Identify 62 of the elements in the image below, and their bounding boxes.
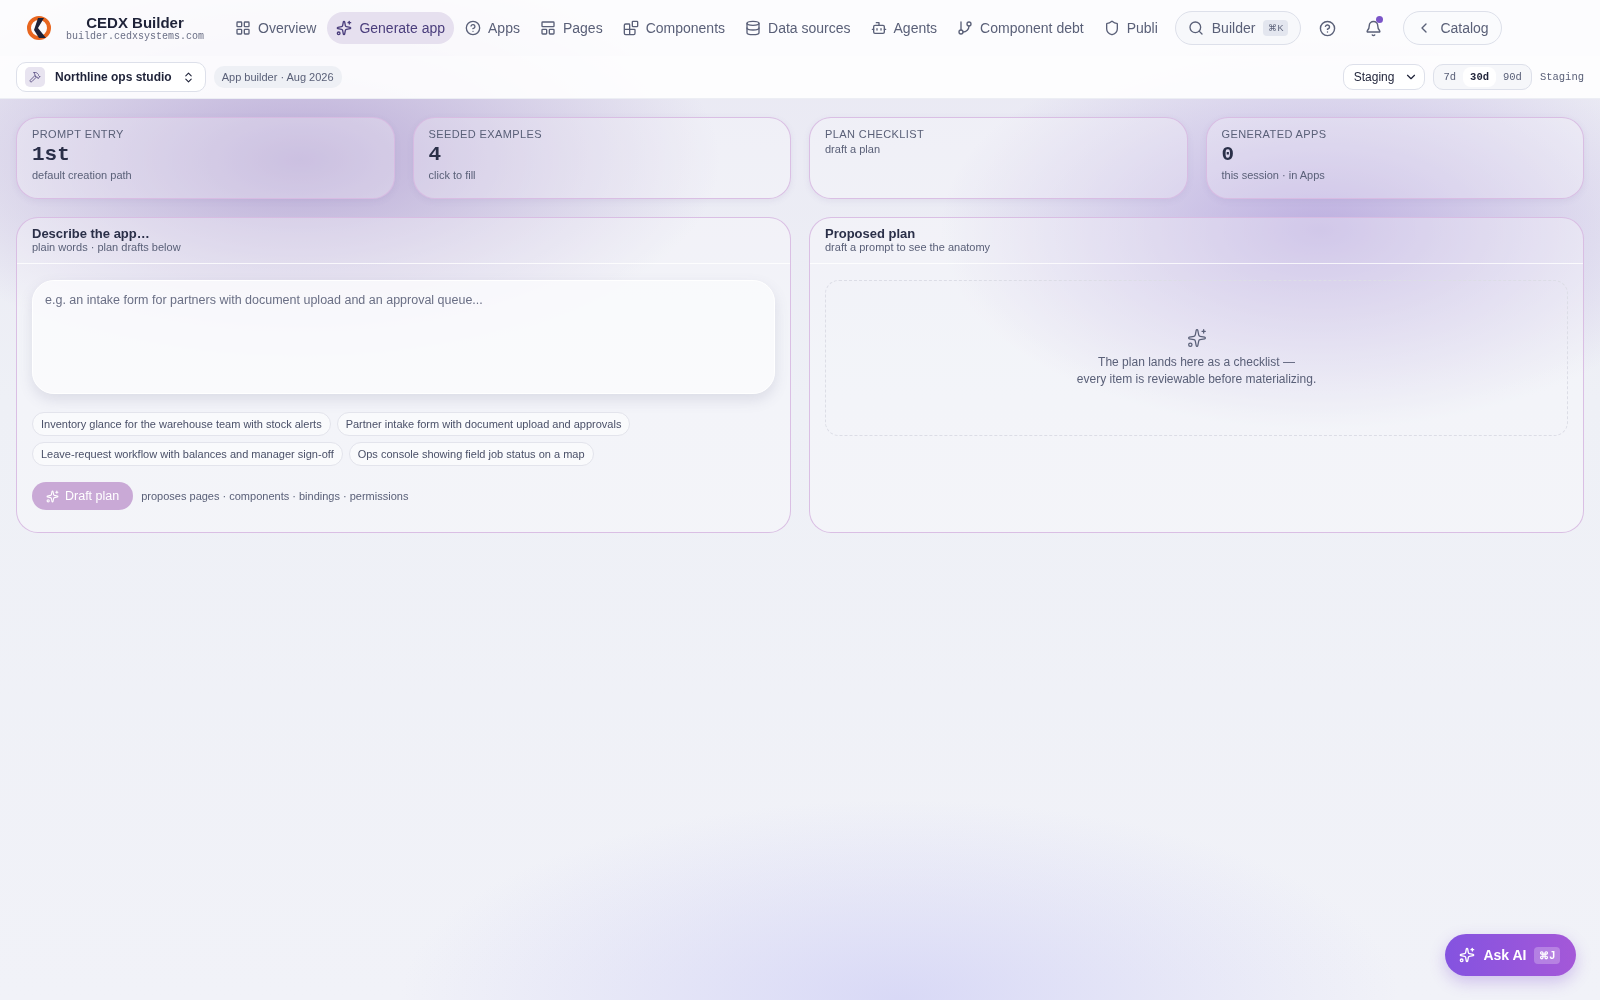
search-icon bbox=[1187, 20, 1204, 36]
sparkle-icon bbox=[1186, 328, 1207, 348]
grid-icon bbox=[235, 20, 252, 36]
help-icon bbox=[1318, 19, 1336, 37]
stat-value: 4 bbox=[428, 143, 443, 166]
back-button[interactable]: Catalog bbox=[1403, 11, 1502, 45]
hammer-icon bbox=[25, 67, 45, 87]
stat-note: draft a plan bbox=[825, 143, 882, 155]
branch-icon bbox=[957, 20, 974, 36]
sparkle-icon bbox=[1459, 947, 1476, 963]
prompt-field[interactable]: e.g. an intake form for partners with document upload and an approval queue... bbox=[32, 280, 775, 394]
bell-icon bbox=[1364, 19, 1382, 37]
example-chip[interactable]: Inventory glance for the warehouse team with stock alerts bbox=[32, 412, 331, 436]
stat-note: default creation path bbox=[32, 169, 133, 181]
nav-tab[interactable]: Pages bbox=[530, 12, 612, 44]
search-button[interactable]: Builder ⌘K bbox=[1174, 11, 1302, 45]
stat-label: GENERATED APPS bbox=[1221, 128, 1328, 140]
logo-icon bbox=[26, 14, 54, 42]
hint-text: proposes pages · components · bindings · permissions bbox=[141, 490, 409, 502]
stat-value: 1st bbox=[32, 143, 71, 166]
stat-note: click to fill bbox=[428, 169, 477, 181]
ask-ai-button[interactable]: Ask AI ⌘J bbox=[1445, 934, 1576, 976]
shortcut-key: ⌘J bbox=[1534, 946, 1560, 964]
nav-tab[interactable]: Apps bbox=[456, 12, 529, 44]
nav-tab[interactable]: Components bbox=[613, 12, 735, 44]
empty-message: The plan lands here as a checklist — every item is reviewable before materializing. bbox=[1076, 354, 1317, 388]
robot-icon bbox=[870, 20, 887, 36]
sparkle-icon bbox=[336, 20, 353, 36]
period-option[interactable]: 7d bbox=[1436, 67, 1464, 87]
panel-subtitle: plain words · plan drafts below bbox=[32, 241, 182, 253]
brand-domain: builder.cedxsystems.com bbox=[66, 31, 205, 42]
context-badge: App builder · Aug 2026 bbox=[213, 66, 342, 88]
stat-label: SEEDED EXAMPLES bbox=[428, 128, 544, 140]
nav-tab[interactable]: Generate app bbox=[327, 12, 454, 44]
example-chip[interactable]: Ops console showing field job status on a map bbox=[348, 442, 594, 466]
stat-note: this session · in Apps bbox=[1221, 169, 1326, 181]
nav-tab[interactable]: Data sources bbox=[736, 12, 860, 44]
panel-title: Proposed plan bbox=[825, 226, 917, 241]
sparkle-icon bbox=[46, 489, 59, 503]
shield-icon bbox=[1103, 20, 1120, 36]
blocks-icon bbox=[622, 20, 639, 36]
help-icon bbox=[465, 20, 481, 36]
nav-tab[interactable]: Component debt bbox=[948, 12, 1093, 44]
stat-value: 0 bbox=[1221, 143, 1236, 166]
shortcut-key: ⌘K bbox=[1263, 20, 1289, 36]
example-chip[interactable]: Leave-request workflow with balances and manager sign-off bbox=[32, 442, 343, 466]
panel-subtitle: draft a prompt to see the anatomy bbox=[825, 241, 992, 253]
period-option[interactable]: 90d bbox=[1496, 67, 1529, 87]
environment-select[interactable]: Staging bbox=[1342, 64, 1426, 90]
example-chip[interactable]: Partner intake form with document upload and approvals bbox=[336, 412, 631, 436]
layout-icon bbox=[539, 20, 556, 36]
panel-title: Describe the app… bbox=[32, 226, 151, 241]
nav-tab[interactable]: Overview bbox=[226, 12, 326, 44]
workspace-selector[interactable]: Northline ops studio bbox=[16, 62, 206, 92]
database-icon bbox=[745, 20, 762, 36]
stat-label: PLAN CHECKLIST bbox=[825, 128, 926, 140]
brand-name: CEDX Builder bbox=[86, 14, 184, 31]
nav-tab[interactable]: Publi bbox=[1094, 12, 1167, 44]
period-option[interactable]: 30d bbox=[1463, 67, 1496, 87]
stat-label: PROMPT ENTRY bbox=[32, 128, 125, 140]
nav-tab[interactable]: Agents bbox=[861, 12, 947, 44]
environment-label: Staging bbox=[1539, 71, 1584, 83]
